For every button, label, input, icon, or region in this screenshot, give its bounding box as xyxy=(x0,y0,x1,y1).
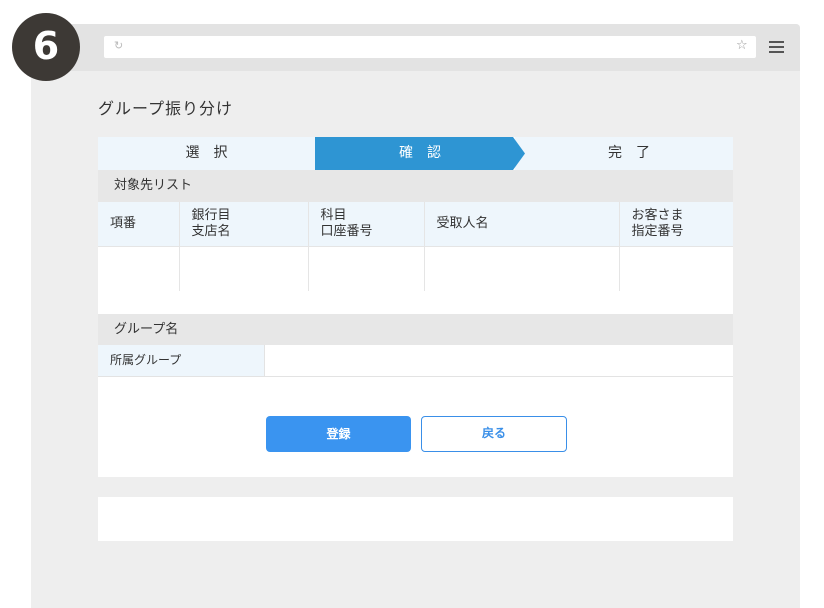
table-cell xyxy=(98,247,179,292)
reload-icon[interactable]: ↻ xyxy=(114,39,126,53)
table-row xyxy=(98,246,733,292)
footer-panel xyxy=(98,497,733,541)
column-header-customer-number: お客さま 指定番号 xyxy=(618,202,733,247)
browser-window: ↻ ☆ グループ振り分け 選択 完了 確認 対象先リスト 項番 銀行目 支店名 … xyxy=(31,24,800,608)
recipient-table: 項番 銀行目 支店名 科目 口座番号 受取人名 お客さま 指定番号 xyxy=(98,202,733,291)
step-number: 6 xyxy=(32,24,60,68)
step-complete-label: 完了 xyxy=(608,145,664,161)
table-cell xyxy=(307,246,424,291)
group-field-row: 所属グループ xyxy=(98,345,733,377)
recipient-list-header: 対象先リスト xyxy=(98,170,733,202)
group-name-header: グループ名 xyxy=(98,314,733,345)
star-icon[interactable]: ☆ xyxy=(736,38,750,54)
column-header-number: 項番 xyxy=(98,202,179,247)
column-header-bank-branch: 銀行目 支店名 xyxy=(178,202,308,247)
group-field-label: 所属グループ xyxy=(110,353,182,367)
step-select-label: 選択 xyxy=(185,145,242,161)
progress-steps: 選択 完了 確認 xyxy=(98,137,733,170)
page-title: グループ振り分け xyxy=(98,99,234,118)
step-number-badge: 6 xyxy=(12,13,80,81)
recipient-list-heading: 対象先リスト xyxy=(114,178,193,193)
step-complete: 完了 xyxy=(515,137,733,170)
browser-toolbar: ↻ ☆ xyxy=(31,24,800,71)
table-cell xyxy=(423,246,619,291)
main-card: 選択 完了 確認 対象先リスト 項番 銀行目 支店名 科目 口座番号 受取人名 … xyxy=(98,137,733,477)
hamburger-menu-icon[interactable] xyxy=(769,41,785,53)
step-confirm-label: 確認 xyxy=(399,145,455,161)
step-confirm-active: 確認 xyxy=(315,137,525,170)
group-field-label-cell: 所属グループ xyxy=(98,345,265,376)
register-button[interactable]: 登録 xyxy=(266,416,411,452)
table-header-row: 項番 銀行目 支店名 科目 口座番号 受取人名 お客さま 指定番号 xyxy=(98,202,733,247)
group-name-heading: グループ名 xyxy=(114,322,179,337)
step-select: 選択 xyxy=(98,137,315,170)
group-field-value xyxy=(265,345,733,376)
table-cell xyxy=(618,246,733,291)
address-bar[interactable]: ↻ ☆ xyxy=(104,36,756,58)
column-header-recipient-name: 受取人名 xyxy=(423,202,619,247)
back-button[interactable]: 戻る xyxy=(421,416,567,452)
column-header-account: 科目 口座番号 xyxy=(307,202,424,247)
table-cell xyxy=(178,246,308,291)
